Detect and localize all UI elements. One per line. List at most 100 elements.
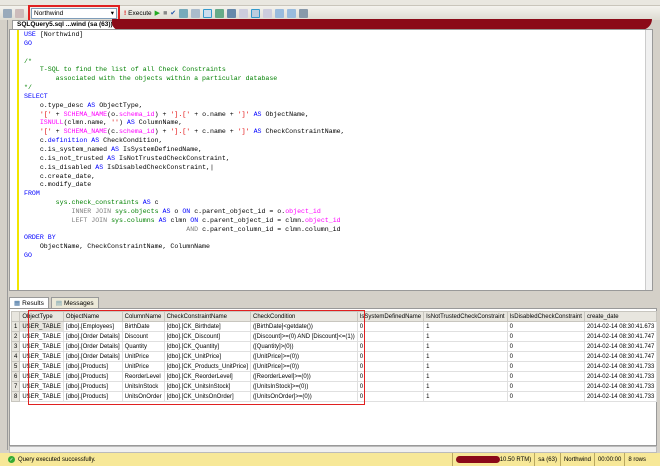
table-cell[interactable]: 2014-02-14 08:30:41.733 bbox=[583, 381, 658, 392]
table-cell[interactable]: USER_TABLE bbox=[19, 361, 64, 372]
table-cell[interactable]: 0 bbox=[506, 341, 585, 352]
query-designer-icon[interactable] bbox=[191, 8, 201, 18]
indent-icon[interactable] bbox=[299, 8, 309, 18]
table-cell[interactable]: UnitPrice bbox=[121, 351, 165, 362]
table-cell[interactable]: USER_TABLE bbox=[19, 331, 64, 342]
table-cell[interactable]: [dbo].[CK_UnitPrice] bbox=[163, 351, 252, 362]
table-cell[interactable]: [dbo].[Products] bbox=[62, 391, 123, 402]
table-cell[interactable]: ([Quantity]>(0)) bbox=[250, 341, 358, 352]
table-cell[interactable]: 2014-02-14 08:30:41.733 bbox=[583, 361, 658, 372]
table-cell[interactable]: USER_TABLE bbox=[19, 381, 64, 392]
table-cell[interactable]: 2014-02-14 08:30:41.747 bbox=[583, 351, 658, 362]
row-number[interactable]: 2 bbox=[10, 331, 21, 342]
table-cell[interactable]: 1 bbox=[423, 361, 508, 372]
table-row[interactable]: 7 USER_TABLE [dbo].[Products] UnitsInStock[… bbox=[10, 381, 658, 392]
table-cell[interactable]: 0 bbox=[506, 351, 585, 362]
table-cell[interactable]: USER_TABLE bbox=[19, 341, 64, 352]
results-to-file-icon[interactable] bbox=[263, 8, 273, 18]
execute-button[interactable]: ! Execute bbox=[124, 10, 152, 17]
table-row[interactable]: 4 USER_TABLE [dbo].[Order Details] UnitPric… bbox=[10, 351, 658, 362]
table-cell[interactable]: 0 bbox=[356, 351, 425, 362]
table-cell[interactable]: 0 bbox=[356, 361, 425, 372]
table-cell[interactable]: [dbo].[Products] bbox=[62, 381, 123, 392]
document-tab[interactable]: SQLQuery5.sql ...wind (sa (63))* bbox=[12, 20, 121, 29]
table-cell[interactable]: 1 bbox=[423, 391, 508, 402]
comment-icon[interactable] bbox=[275, 8, 285, 18]
results-grid[interactable]: ObjectType ObjectName ColumnName CheckConst… bbox=[9, 308, 658, 446]
table-cell[interactable]: 0 bbox=[356, 381, 425, 392]
table-cell[interactable]: [dbo].[CK_Birthdate] bbox=[163, 321, 252, 332]
stop-icon[interactable]: ■ bbox=[163, 10, 167, 17]
column-header[interactable]: ColumnName bbox=[121, 311, 165, 322]
column-header[interactable]: CheckCondition bbox=[250, 311, 358, 322]
table-cell[interactable]: 0 bbox=[356, 371, 425, 382]
change-connection-icon[interactable] bbox=[15, 8, 24, 18]
table-cell[interactable]: [dbo].[CK_ReorderLevel] bbox=[163, 371, 252, 382]
editor-vertical-scrollbar[interactable] bbox=[645, 30, 652, 290]
debug-icon[interactable]: ▶ bbox=[155, 9, 160, 17]
row-number[interactable]: 3 bbox=[10, 341, 21, 352]
table-cell[interactable]: USER_TABLE bbox=[19, 371, 64, 382]
table-cell[interactable]: 0 bbox=[506, 321, 585, 332]
table-cell[interactable]: 2014-02-14 08:30:41.747 bbox=[583, 331, 658, 342]
table-cell[interactable]: 1 bbox=[423, 381, 508, 392]
results-to-grid-icon[interactable] bbox=[251, 8, 261, 18]
table-cell[interactable]: 0 bbox=[506, 331, 585, 342]
table-cell[interactable]: USER_TABLE bbox=[19, 351, 64, 362]
table-cell[interactable]: 0 bbox=[506, 371, 585, 382]
table-cell[interactable]: [dbo].[CK_Discount] bbox=[163, 331, 252, 342]
table-cell[interactable]: [dbo].[Products] bbox=[62, 361, 123, 372]
table-cell[interactable]: 1 bbox=[423, 341, 508, 352]
object-explorer-collapsed-bar[interactable] bbox=[0, 20, 8, 450]
table-cell[interactable]: Discount bbox=[121, 331, 165, 342]
table-cell[interactable]: 1 bbox=[423, 331, 508, 342]
row-number[interactable]: 5 bbox=[10, 361, 21, 372]
table-cell[interactable]: ReorderLevel bbox=[121, 371, 165, 382]
table-cell[interactable]: 2014-02-14 08:30:41.673 bbox=[583, 321, 658, 332]
table-cell[interactable]: [dbo].[CK_Quantity] bbox=[163, 341, 252, 352]
table-cell[interactable]: USER_TABLE bbox=[19, 321, 64, 332]
table-cell[interactable]: USER_TABLE bbox=[19, 391, 64, 402]
table-cell[interactable]: [dbo].[Order Details] bbox=[62, 351, 123, 362]
table-cell[interactable]: 0 bbox=[506, 391, 585, 402]
column-header[interactable]: ObjectName bbox=[62, 311, 123, 322]
table-cell[interactable]: 2014-02-14 08:30:41.747 bbox=[583, 341, 658, 352]
table-row[interactable]: 3 USER_TABLE [dbo].[Order Details] Quantity… bbox=[10, 341, 658, 352]
table-cell[interactable]: 1 bbox=[423, 321, 508, 332]
client-stats-icon[interactable] bbox=[227, 8, 237, 18]
parse-icon[interactable]: ✔ bbox=[170, 9, 176, 17]
row-number[interactable]: 7 bbox=[10, 381, 21, 392]
table-cell[interactable]: [dbo].[Order Details] bbox=[62, 341, 123, 352]
table-cell[interactable]: BirthDate bbox=[121, 321, 165, 332]
table-cell[interactable]: UnitsOnOrder bbox=[121, 391, 165, 402]
table-row[interactable]: 8 USER_TABLE [dbo].[Products] UnitsOnOrder[… bbox=[10, 391, 658, 402]
query-editor[interactable]: USE [Northwind] GO/* T-SQL to find the li… bbox=[9, 29, 653, 291]
column-header[interactable]: IsNotTrustedCheckConstraint bbox=[423, 311, 508, 322]
table-cell[interactable]: ([UnitsOnOrder]>=(0)) bbox=[250, 391, 358, 402]
table-cell[interactable]: ([ReorderLevel]>=(0)) bbox=[250, 371, 358, 382]
table-row[interactable]: 6 USER_TABLE [dbo].[Products] ReorderLevel[… bbox=[10, 371, 658, 382]
table-cell[interactable]: ([Discount]>=(0) AND [Discount]<=(1)) bbox=[250, 331, 358, 342]
database-select[interactable]: Northwind ▾ bbox=[28, 4, 120, 22]
tab-messages[interactable]: ▤ Messages bbox=[50, 297, 99, 308]
table-cell[interactable]: 0 bbox=[356, 321, 425, 332]
row-number[interactable]: 1 bbox=[10, 321, 21, 332]
table-row[interactable]: 5 USER_TABLE [dbo].[Products] UnitPrice [dbo… bbox=[10, 361, 658, 372]
table-cell[interactable]: ([UnitsInStock]>=(0)) bbox=[250, 381, 358, 392]
row-number[interactable]: 6 bbox=[10, 371, 21, 382]
sql-code[interactable]: USE [Northwind] GO/* T-SQL to find the li… bbox=[24, 31, 345, 261]
table-cell[interactable]: [dbo].[Employees] bbox=[62, 321, 123, 332]
table-cell[interactable]: [dbo].[Order Details] bbox=[62, 331, 123, 342]
table-cell[interactable]: 1 bbox=[423, 371, 508, 382]
table-cell[interactable]: Quantity bbox=[121, 341, 165, 352]
table-cell[interactable]: 2014-02-14 08:30:41.733 bbox=[583, 371, 658, 382]
column-header[interactable]: IsSystemDefinedName bbox=[356, 311, 425, 322]
column-header[interactable]: CheckConstraintName bbox=[163, 311, 252, 322]
column-header[interactable]: IsDisabledCheckConstraint bbox=[506, 311, 585, 322]
table-cell[interactable]: [dbo].[CK_UnitsOnOrder] bbox=[163, 391, 252, 402]
table-cell[interactable]: [dbo].[CK_Products_UnitPrice] bbox=[163, 361, 252, 372]
results-to-icon[interactable] bbox=[203, 8, 213, 18]
include-plan-icon[interactable] bbox=[215, 8, 225, 18]
table-cell[interactable]: 1 bbox=[423, 351, 508, 362]
connect-icon[interactable] bbox=[3, 8, 12, 18]
